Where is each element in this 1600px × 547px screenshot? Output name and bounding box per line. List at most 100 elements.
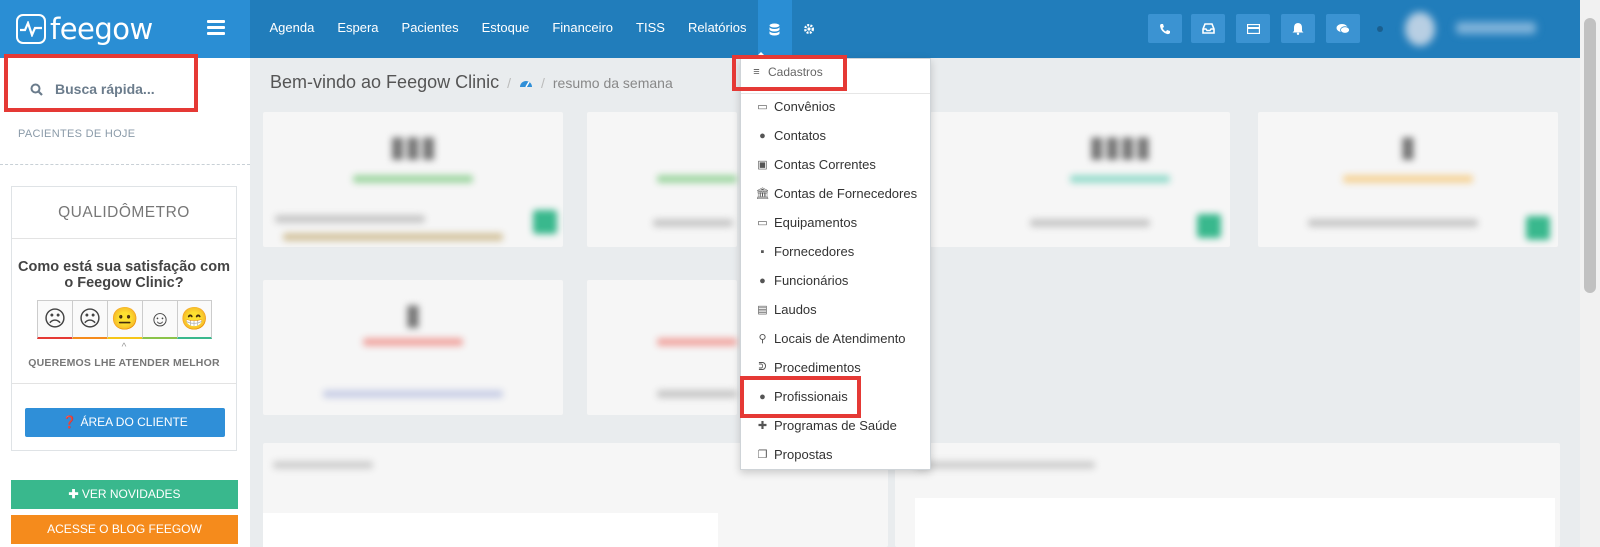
- question-circle-icon: ❓: [62, 415, 78, 429]
- page-header: Bem-vindo ao Feegow Clinic / / resumo da…: [270, 72, 673, 93]
- database-icon[interactable]: [757, 0, 792, 58]
- dashboard-icon: [520, 80, 532, 87]
- search-highlight: [4, 54, 198, 112]
- stat-value: ▮: [405, 299, 421, 330]
- stat-bar: [275, 215, 425, 223]
- breadcrumb-separator: /: [507, 74, 511, 91]
- chat-icon[interactable]: [1326, 14, 1360, 43]
- brand-name: feegow: [50, 12, 153, 46]
- nav-tiss[interactable]: TISS: [625, 0, 677, 58]
- menu-item-contatos[interactable]: ● Contatos: [755, 128, 826, 143]
- menu-item-contas-correntes[interactable]: ▣ Contas Correntes: [755, 157, 876, 172]
- menu-item-label: Locais de Atendimento: [774, 331, 906, 346]
- stat-bar: [657, 338, 737, 346]
- menu-item-label: Funcionários: [774, 273, 849, 288]
- blog-button[interactable]: ACESSE O BLOG FEEGOW: [11, 515, 238, 544]
- menu-item-locais-atendimento[interactable]: ⚲ Locais de Atendimento: [755, 331, 906, 346]
- phone-icon[interactable]: [1148, 14, 1182, 43]
- user-icon: ●: [759, 129, 766, 142]
- stat-card: ▮: [1258, 112, 1558, 247]
- chart-area: [915, 498, 1555, 547]
- menu-item-laudos[interactable]: ▤ Laudos: [755, 302, 817, 317]
- breadcrumb-separator: /: [541, 74, 545, 91]
- menu-item-label: Procedimentos: [774, 360, 861, 375]
- sad-face-icon[interactable]: ☹: [72, 300, 107, 339]
- breadcrumb: resumo da semana: [552, 74, 673, 91]
- stat-action: [1526, 216, 1550, 240]
- chevron-up-icon: ^: [121, 342, 127, 353]
- stat-card: [587, 280, 737, 415]
- inbox-icon[interactable]: [1191, 14, 1225, 43]
- chart-panel: [895, 443, 1560, 547]
- divider: [741, 93, 930, 94]
- menu-item-propostas[interactable]: ❐ Propostas: [755, 447, 833, 462]
- satisfaction-question: Como está sua satisfação com o Feegow Cl…: [18, 259, 230, 291]
- avatar[interactable]: [1405, 12, 1435, 46]
- menu-item-label: Contatos: [774, 128, 827, 143]
- stat-bar: [1343, 175, 1473, 183]
- divider: [12, 383, 236, 384]
- nav-financeiro[interactable]: Financeiro: [541, 0, 625, 58]
- stethoscope-icon: ᕲ: [758, 361, 767, 373]
- copy-icon: ❐: [757, 449, 768, 461]
- nav-estoque[interactable]: Estoque: [470, 0, 541, 58]
- gear-icon[interactable]: [792, 0, 826, 58]
- menu-item-label: Laudos: [774, 302, 817, 317]
- menu-item-equipamentos[interactable]: ▭ Equipamentos: [755, 215, 857, 230]
- neutral-face-icon[interactable]: 😐: [107, 300, 142, 339]
- menu-item-funcionarios[interactable]: ● Funcionários: [755, 273, 848, 288]
- qualidometro-subtitle: QUEREMOS LHE ATENDER MELHOR: [28, 357, 220, 369]
- page-title: Bem-vindo ao Feegow Clinic: [270, 72, 500, 92]
- qualidometro-title: QUALIDÔMETRO: [12, 187, 236, 239]
- panel-title: [273, 461, 373, 469]
- menu-item-label: Programas de Saúde: [774, 418, 897, 433]
- smile-face-icon[interactable]: ☺: [142, 300, 177, 339]
- grin-face-icon[interactable]: 😁: [177, 300, 212, 339]
- nav-relatorios[interactable]: Relatórios: [676, 0, 758, 58]
- stat-bar: [653, 219, 733, 227]
- menu-toggle-icon[interactable]: [207, 20, 225, 38]
- divider: [0, 164, 250, 165]
- nav-agenda[interactable]: Agenda: [258, 0, 326, 58]
- area-do-cliente-label: ÁREA DO CLIENTE: [80, 415, 188, 429]
- menu-item-label: Equipamentos: [774, 215, 858, 230]
- user-name[interactable]: [1456, 22, 1536, 34]
- area-do-cliente-button[interactable]: ❓ ÁREA DO CLIENTE: [25, 408, 225, 437]
- very-sad-face-icon[interactable]: ☹: [37, 300, 72, 339]
- panel-title: [915, 461, 1095, 469]
- bell-icon[interactable]: [1281, 14, 1315, 43]
- menu-item-label: Contas Correntes: [774, 157, 876, 172]
- menu-item-convenios[interactable]: ▭ Convênios: [755, 99, 835, 114]
- file-icon: ▤: [757, 304, 768, 316]
- plus-icon: ✚: [68, 487, 79, 501]
- scrollbar-thumb[interactable]: [1584, 18, 1596, 293]
- menu-item-fornecedores[interactable]: ▪ Fornecedores: [755, 244, 855, 259]
- menu-item-contas-fornecedores[interactable]: 🏛 Contas de Fornecedores: [755, 186, 918, 201]
- menu-item-programas-saude[interactable]: ✚ Programas de Saúde: [755, 418, 897, 433]
- stat-bar: [657, 175, 737, 183]
- page-scrollbar[interactable]: [1580, 0, 1600, 547]
- stat-card: ▮▮▮: [263, 112, 563, 247]
- stat-action: [533, 210, 557, 234]
- card-icon[interactable]: [1236, 14, 1270, 43]
- menu-item-procedimentos[interactable]: ᕲ Procedimentos: [755, 360, 861, 375]
- money-icon: ▣: [757, 159, 768, 171]
- stat-bar: [1030, 219, 1150, 227]
- stat-value: ▮▮▮: [389, 131, 437, 162]
- credit-card-icon: ▭: [757, 101, 768, 113]
- cadastros-highlight: [732, 55, 847, 91]
- stat-bar: [363, 338, 463, 346]
- sidebar: Busca rápida... PACIENTES DE HOJE QUALID…: [0, 58, 250, 547]
- nav-espera[interactable]: Espera: [326, 0, 390, 58]
- stat-value: ▮: [1400, 131, 1416, 162]
- ver-novidades-button[interactable]: ✚ VER NOVIDADES: [11, 480, 238, 509]
- main-nav: Agenda Espera Pacientes Estoque Financei…: [258, 0, 826, 58]
- stat-card: ▮▮▮▮: [930, 112, 1230, 247]
- qualidometro-card: QUALIDÔMETRO Como está sua satisfação co…: [11, 186, 237, 451]
- profissionais-highlight: [740, 376, 861, 418]
- status-dot: [1377, 26, 1383, 32]
- nav-pacientes[interactable]: Pacientes: [390, 0, 470, 58]
- map-marker-icon: ⚲: [758, 333, 767, 345]
- menu-item-label: Convênios: [774, 99, 836, 114]
- menu-item-label: Contas de Fornecedores: [774, 186, 918, 201]
